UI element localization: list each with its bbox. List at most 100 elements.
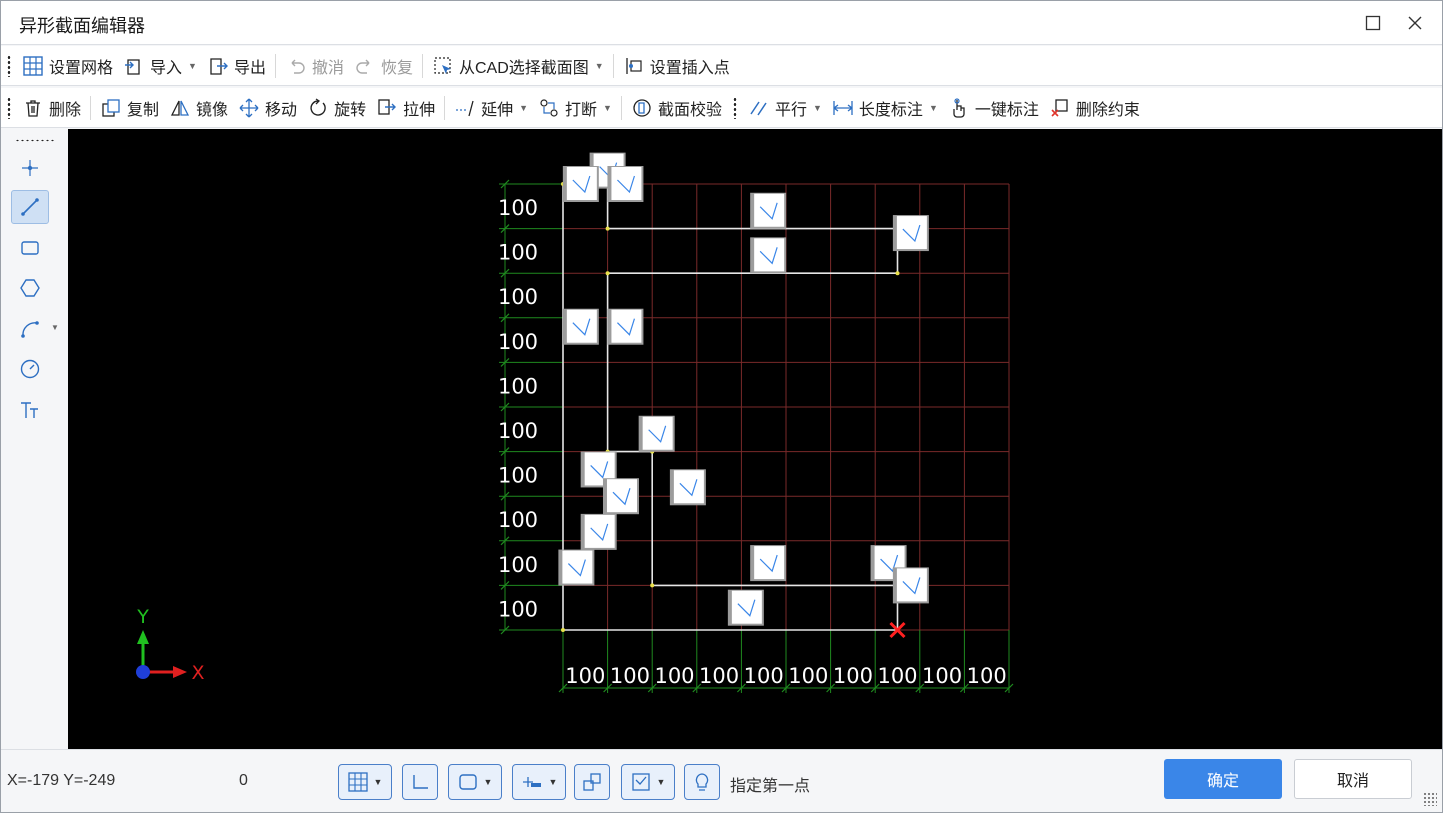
grid-icon <box>22 55 44 77</box>
select-from-cad-button[interactable]: 从CAD选择截面图 ▼ <box>427 50 609 82</box>
redo-icon <box>354 55 376 77</box>
chevron-down-icon[interactable]: ▼ <box>519 103 528 113</box>
section-check-icon <box>631 97 653 119</box>
constraint-marker-face <box>562 550 593 584</box>
cad-select-icon <box>432 55 454 77</box>
parallel-label: 平行 <box>774 101 807 119</box>
rectangle-tool-button[interactable] <box>11 231 49 265</box>
cad-drawing[interactable]: 100100100100100100100100100100100 100 100 1… <box>68 129 1442 749</box>
chevron-down-icon[interactable]: ▼ <box>549 777 558 787</box>
section-check-label: 截面校验 <box>657 101 722 119</box>
drawing-tool-palette: ▼ <box>1 129 68 749</box>
delete-button[interactable]: 删除 <box>17 92 86 124</box>
chevron-down-icon[interactable]: ▼ <box>374 777 383 787</box>
resize-grip[interactable] <box>1423 792 1437 806</box>
tips-button[interactable] <box>684 764 720 800</box>
chevron-down-icon[interactable]: ▼ <box>595 61 604 71</box>
break-icon <box>538 97 560 119</box>
main-toolbar: 设置网格 导入 ▼ 导出 撤消 恢复 从CAD选择截面图 ▼ 设置插入点 <box>1 46 1442 86</box>
toolbar-grip[interactable] <box>732 96 737 119</box>
grid-toggle-button[interactable]: ▼ <box>338 764 392 800</box>
constraint-marker-face <box>754 193 785 227</box>
chevron-down-icon[interactable]: ▼ <box>813 103 822 113</box>
copy-icon <box>100 97 122 119</box>
stretch-button[interactable]: 拉伸 <box>371 92 440 124</box>
circle-tool-button[interactable] <box>11 352 49 386</box>
section-check-button[interactable]: 截面校验 <box>626 92 727 124</box>
polygon-tool-button[interactable] <box>11 271 49 305</box>
break-button[interactable]: 打断 ▼ <box>533 92 617 124</box>
section-editor-window: 异形截面编辑器 设置网格 导入 ▼ 导出 撤消 恢复 从CAD选择截面图 ▼ 设… <box>0 0 1443 813</box>
close-button[interactable] <box>1399 7 1431 39</box>
mirror-label: 镜像 <box>196 101 229 119</box>
dimension-label-y: 100 <box>498 330 538 354</box>
extend-button[interactable]: 延伸 ▼ <box>449 92 533 124</box>
line-tool-button[interactable] <box>11 190 49 224</box>
x-axis-label: X <box>191 662 204 684</box>
dimension-label-x: 100 <box>922 664 962 688</box>
parallel-icon <box>748 97 770 119</box>
ortho-toggle-button[interactable] <box>402 764 438 800</box>
break-label: 打断 <box>565 101 598 119</box>
mirror-icon <box>169 97 191 119</box>
snap-toggle-button[interactable]: ▼ <box>448 764 502 800</box>
redo-button[interactable]: 恢复 <box>349 50 418 82</box>
move-label: 移动 <box>265 101 298 119</box>
one-key-dimension-button[interactable]: 一键标注 <box>943 92 1044 124</box>
set-insert-point-button[interactable]: 设置插入点 <box>618 50 735 82</box>
chevron-down-icon[interactable]: ▼ <box>603 103 612 113</box>
mirror-button[interactable]: 镜像 <box>164 92 233 124</box>
cancel-button[interactable]: 取消 <box>1294 759 1412 799</box>
length-dimension-button[interactable]: 长度标注 ▼ <box>827 92 943 124</box>
palette-grip[interactable] <box>15 139 55 142</box>
drawing-canvas[interactable]: 100 100 100 100 100 100 100 100 100 100 100 100 100 1… <box>68 129 1442 749</box>
constraint-marker-face <box>611 167 642 200</box>
text-tool-button[interactable] <box>11 393 49 427</box>
length-dimension-label: 长度标注 <box>858 101 923 119</box>
arc-tool-button[interactable]: ▼ <box>11 312 59 346</box>
dimension-label-y: 100 <box>498 419 538 443</box>
toolbar-separator <box>444 95 446 120</box>
section-display-icon <box>631 773 650 791</box>
object-track-button[interactable] <box>574 764 610 800</box>
dimension-label-y: 100 <box>498 553 538 577</box>
toolbar-separator <box>612 53 614 78</box>
toolbar-grip[interactable] <box>7 54 11 77</box>
dimension-label-x: 100 <box>833 664 873 688</box>
section-display-button[interactable]: ▼ <box>621 764 675 800</box>
vertex-point <box>561 628 565 632</box>
polar-toggle-button[interactable]: ▼ <box>512 764 566 800</box>
chevron-down-icon[interactable]: ▼ <box>188 61 197 71</box>
maximize-button[interactable] <box>1357 7 1389 39</box>
copy-button[interactable]: 复制 <box>95 92 164 124</box>
vertex-point <box>895 271 900 276</box>
dimension-label-y: 100 <box>498 196 538 220</box>
chevron-down-icon[interactable]: ▼ <box>929 103 938 113</box>
constraint-marker-face <box>896 216 927 250</box>
toolbar-separator <box>422 53 423 78</box>
parallel-button[interactable]: 平行 ▼ <box>743 92 827 124</box>
chevron-down-icon[interactable]: ▼ <box>657 777 666 787</box>
stretch-icon <box>376 97 398 119</box>
chevron-down-icon[interactable]: ▼ <box>484 777 493 787</box>
set-grid-label: 设置网格 <box>49 59 114 77</box>
constraint-marker-face <box>611 309 642 343</box>
move-button[interactable]: 移动 <box>233 92 302 124</box>
undo-button[interactable]: 撤消 <box>280 50 349 82</box>
delete-constraint-button[interactable]: 删除约束 <box>1044 92 1145 124</box>
constraint-marker-face <box>606 479 637 513</box>
export-button[interactable]: 导出 <box>202 50 271 82</box>
rotate-button[interactable]: 旋转 <box>302 92 371 124</box>
confirm-button[interactable]: 确定 <box>1164 759 1282 799</box>
chevron-down-icon[interactable]: ▼ <box>51 323 59 332</box>
delete-label: 删除 <box>49 101 82 119</box>
import-button[interactable]: 导入 ▼ <box>118 50 202 82</box>
y-axis-arrowhead <box>137 630 149 644</box>
maximize-icon <box>1365 15 1381 31</box>
point-tool-button[interactable] <box>11 151 49 185</box>
dimension-label-x: 100 <box>565 664 605 688</box>
set-grid-button[interactable]: 设置网格 <box>17 50 118 82</box>
delete-constraint-icon <box>1049 97 1071 119</box>
toolbar-grip[interactable] <box>7 96 11 119</box>
constraint-marker-face <box>566 309 597 343</box>
